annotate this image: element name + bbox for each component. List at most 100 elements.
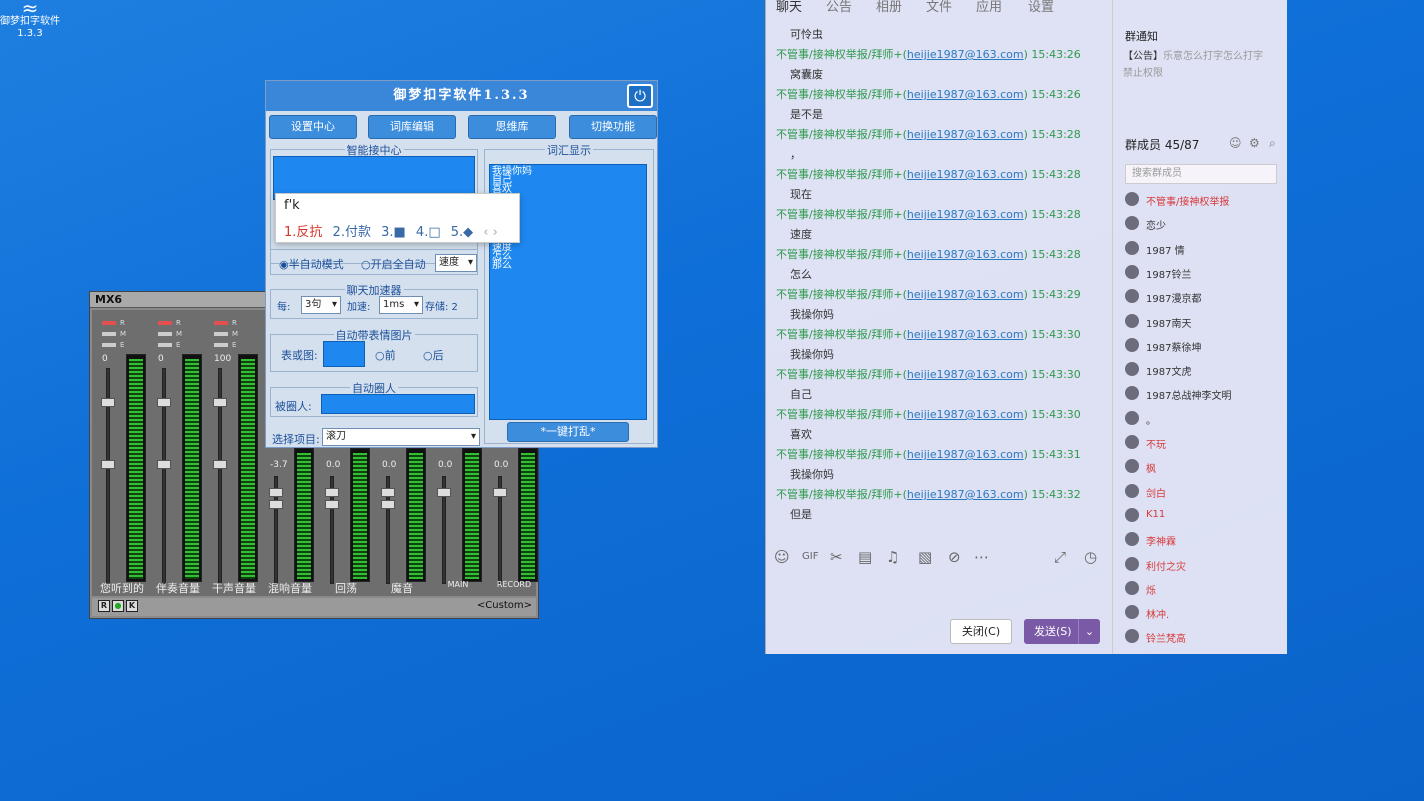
karaoke-toggle-button[interactable]: K (126, 600, 138, 612)
message-sender[interactable]: 不管事/接神权举报/拜师+(heijie1987@163.com) 15:43:… (776, 166, 1081, 182)
select-item-dropdown[interactable]: 滚刀 (322, 428, 480, 446)
tab-album[interactable]: 相册 (876, 0, 902, 15)
preset-selector[interactable]: <Custom> (477, 600, 532, 611)
message-sender[interactable]: 不管事/接神权举报/拜师+(heijie1987@163.com) 15:43:… (776, 406, 1081, 422)
member-item[interactable]: 1987文虎 (1125, 360, 1285, 380)
member-add-icon[interactable]: ☺ (1229, 136, 1242, 150)
before-radio[interactable]: ○前 (375, 347, 396, 363)
fader-knob[interactable] (325, 488, 339, 497)
member-item[interactable]: 1987 情 (1125, 239, 1285, 259)
vocab-item[interactable]: 自己 (492, 176, 644, 186)
switch-function-button[interactable]: 切换功能 (569, 115, 657, 139)
member-item[interactable]: 1987总战神李文明 (1125, 384, 1285, 404)
fader-knob[interactable] (101, 460, 115, 469)
mute-icon[interactable]: ⊘ (948, 548, 961, 566)
message-sender[interactable]: 不管事/接神权举报/拜师+(heijie1987@163.com) 15:43:… (776, 86, 1081, 102)
mentioned-input[interactable] (321, 394, 475, 414)
member-item[interactable]: 枫 (1125, 457, 1285, 477)
group-notice[interactable]: 【公告】乐意怎么打字怎么打字 禁止权限 (1123, 48, 1283, 82)
shuffle-button[interactable]: *一键打乱* (507, 422, 629, 442)
message-sender[interactable]: 不管事/接神权举报/拜师+(heijie1987@163.com) 15:43:… (776, 486, 1081, 502)
ime-candidate[interactable]: 5.◆ (451, 225, 473, 240)
member-item[interactable]: 1987蔡徐坤 (1125, 336, 1285, 356)
message-sender[interactable]: 不管事/接神权举报/拜师+(heijie1987@163.com) 15:43:… (776, 126, 1081, 142)
fader-knob[interactable] (493, 488, 507, 497)
message-sender[interactable]: 不管事/接神权举报/拜师+(heijie1987@163.com) 15:43:… (776, 206, 1081, 222)
member-item[interactable]: 烁 (1125, 579, 1285, 599)
fader-knob[interactable] (381, 488, 395, 497)
member-settings-icon[interactable]: ⚙ (1249, 136, 1260, 150)
lexicon-edit-button[interactable]: 词库编辑 (368, 115, 456, 139)
full-auto-radio[interactable]: ○开启全自动 (361, 256, 426, 272)
speed-select[interactable]: 速度 (435, 254, 477, 272)
settings-center-button[interactable]: 设置中心 (269, 115, 357, 139)
emoji-icon[interactable]: ☺ (774, 548, 790, 566)
tab-announcement[interactable]: 公告 (826, 0, 852, 15)
fader-knob[interactable] (157, 460, 171, 469)
tab-chat[interactable]: 聊天 (776, 0, 802, 15)
tab-apps[interactable]: 应用 (976, 0, 1002, 15)
message-sender[interactable]: 不管事/接神权举报/拜师+(heijie1987@163.com) 15:43:… (776, 366, 1081, 382)
image-icon[interactable]: ▧ (918, 548, 932, 566)
channel-switches[interactable]: RME (158, 318, 198, 351)
vocab-item[interactable]: 我操你妈 (492, 167, 644, 177)
per-select[interactable]: 3句 (301, 296, 341, 314)
message-sender[interactable]: 不管事/接神权举报/拜师+(heijie1987@163.com) 15:43:… (776, 326, 1081, 342)
desktop-shortcut[interactable]: ≈ 御梦扣字软件 1.3.3 (0, 0, 60, 52)
fader-knob[interactable] (381, 500, 395, 509)
accel-select[interactable]: 1ms (379, 296, 423, 314)
power-icon[interactable]: ⏻ (627, 84, 653, 108)
search-icon[interactable]: ⌕ (1269, 136, 1276, 151)
member-item[interactable]: 李神霖 (1125, 530, 1285, 550)
fader-knob[interactable] (269, 488, 283, 497)
fader-knob[interactable] (157, 398, 171, 407)
ime-candidate[interactable]: 4.□ (416, 225, 441, 240)
vocab-item[interactable]: 怎么 (492, 252, 644, 262)
send-button[interactable]: 发送(S) ⌄ (1024, 619, 1100, 644)
history-icon[interactable]: ◷ (1084, 548, 1097, 566)
message-sender[interactable]: 不管事/接神权举报/拜师+(heijie1987@163.com) 15:43:… (776, 286, 1081, 302)
fader-knob[interactable] (437, 488, 451, 497)
music-icon[interactable]: ♫ (886, 548, 899, 566)
chevron-down-icon[interactable]: ⌄ (1078, 619, 1100, 644)
fader-knob[interactable] (213, 460, 227, 469)
fader-knob[interactable] (101, 398, 115, 407)
message-sender[interactable]: 不管事/接神权举报/拜师+(heijie1987@163.com) 15:43:… (776, 246, 1081, 262)
member-item[interactable]: 利付之灾 (1125, 555, 1285, 575)
monitor-toggle-button[interactable]: ● (112, 600, 124, 612)
channel-switches[interactable]: RME (214, 318, 254, 351)
message-sender[interactable]: 不管事/接神权举报/拜师+(heijie1987@163.com) 15:43:… (776, 446, 1081, 462)
member-item[interactable]: 恋少 (1125, 214, 1285, 234)
ime-candidate[interactable]: 3.■ (381, 225, 406, 240)
tab-files[interactable]: 文件 (926, 0, 952, 15)
member-item[interactable]: 铃兰梵高 (1125, 627, 1285, 647)
message-sender[interactable]: 不管事/接神权举报/拜师+(heijie1987@163.com) 15:43:… (776, 46, 1081, 62)
ime-candidate[interactable]: 2.付款 (333, 225, 371, 240)
member-search-input[interactable]: 搜索群成员 (1125, 164, 1277, 184)
more-icon[interactable]: ⋯ (974, 548, 989, 566)
member-item[interactable]: 1987铃兰 (1125, 263, 1285, 283)
close-button[interactable]: 关闭(C) (950, 619, 1012, 644)
vocab-item[interactable]: 那么 (492, 261, 644, 271)
emoji-picker[interactable] (323, 341, 365, 367)
member-item[interactable]: 不管事/接神权举报 (1125, 190, 1285, 210)
scissors-icon[interactable]: ✂ (830, 548, 843, 566)
fader-knob[interactable] (325, 500, 339, 509)
channel-switches[interactable]: RME (102, 318, 142, 351)
member-item[interactable]: 剑白 (1125, 482, 1285, 502)
member-item[interactable]: 不玩 (1125, 433, 1285, 453)
vocab-item[interactable]: 速度 (492, 243, 644, 253)
member-item[interactable]: 1987南天 (1125, 312, 1285, 332)
folder-icon[interactable]: ▤ (858, 548, 872, 566)
thinking-library-button[interactable]: 思维库 (468, 115, 556, 139)
expand-icon[interactable]: ⤢ (1054, 548, 1066, 566)
gif-icon[interactable]: GIF (802, 551, 818, 562)
member-item[interactable]: K11 (1125, 506, 1285, 526)
tab-settings[interactable]: 设置 (1028, 0, 1054, 15)
member-item[interactable]: 林冲. (1125, 603, 1285, 623)
half-auto-radio[interactable]: ◉半自动模式 (279, 256, 344, 272)
member-item[interactable]: 1987漫京都 (1125, 287, 1285, 307)
after-radio[interactable]: ○后 (423, 347, 444, 363)
ime-page-nav[interactable]: ‹ › (483, 225, 498, 240)
fader-knob[interactable] (213, 398, 227, 407)
